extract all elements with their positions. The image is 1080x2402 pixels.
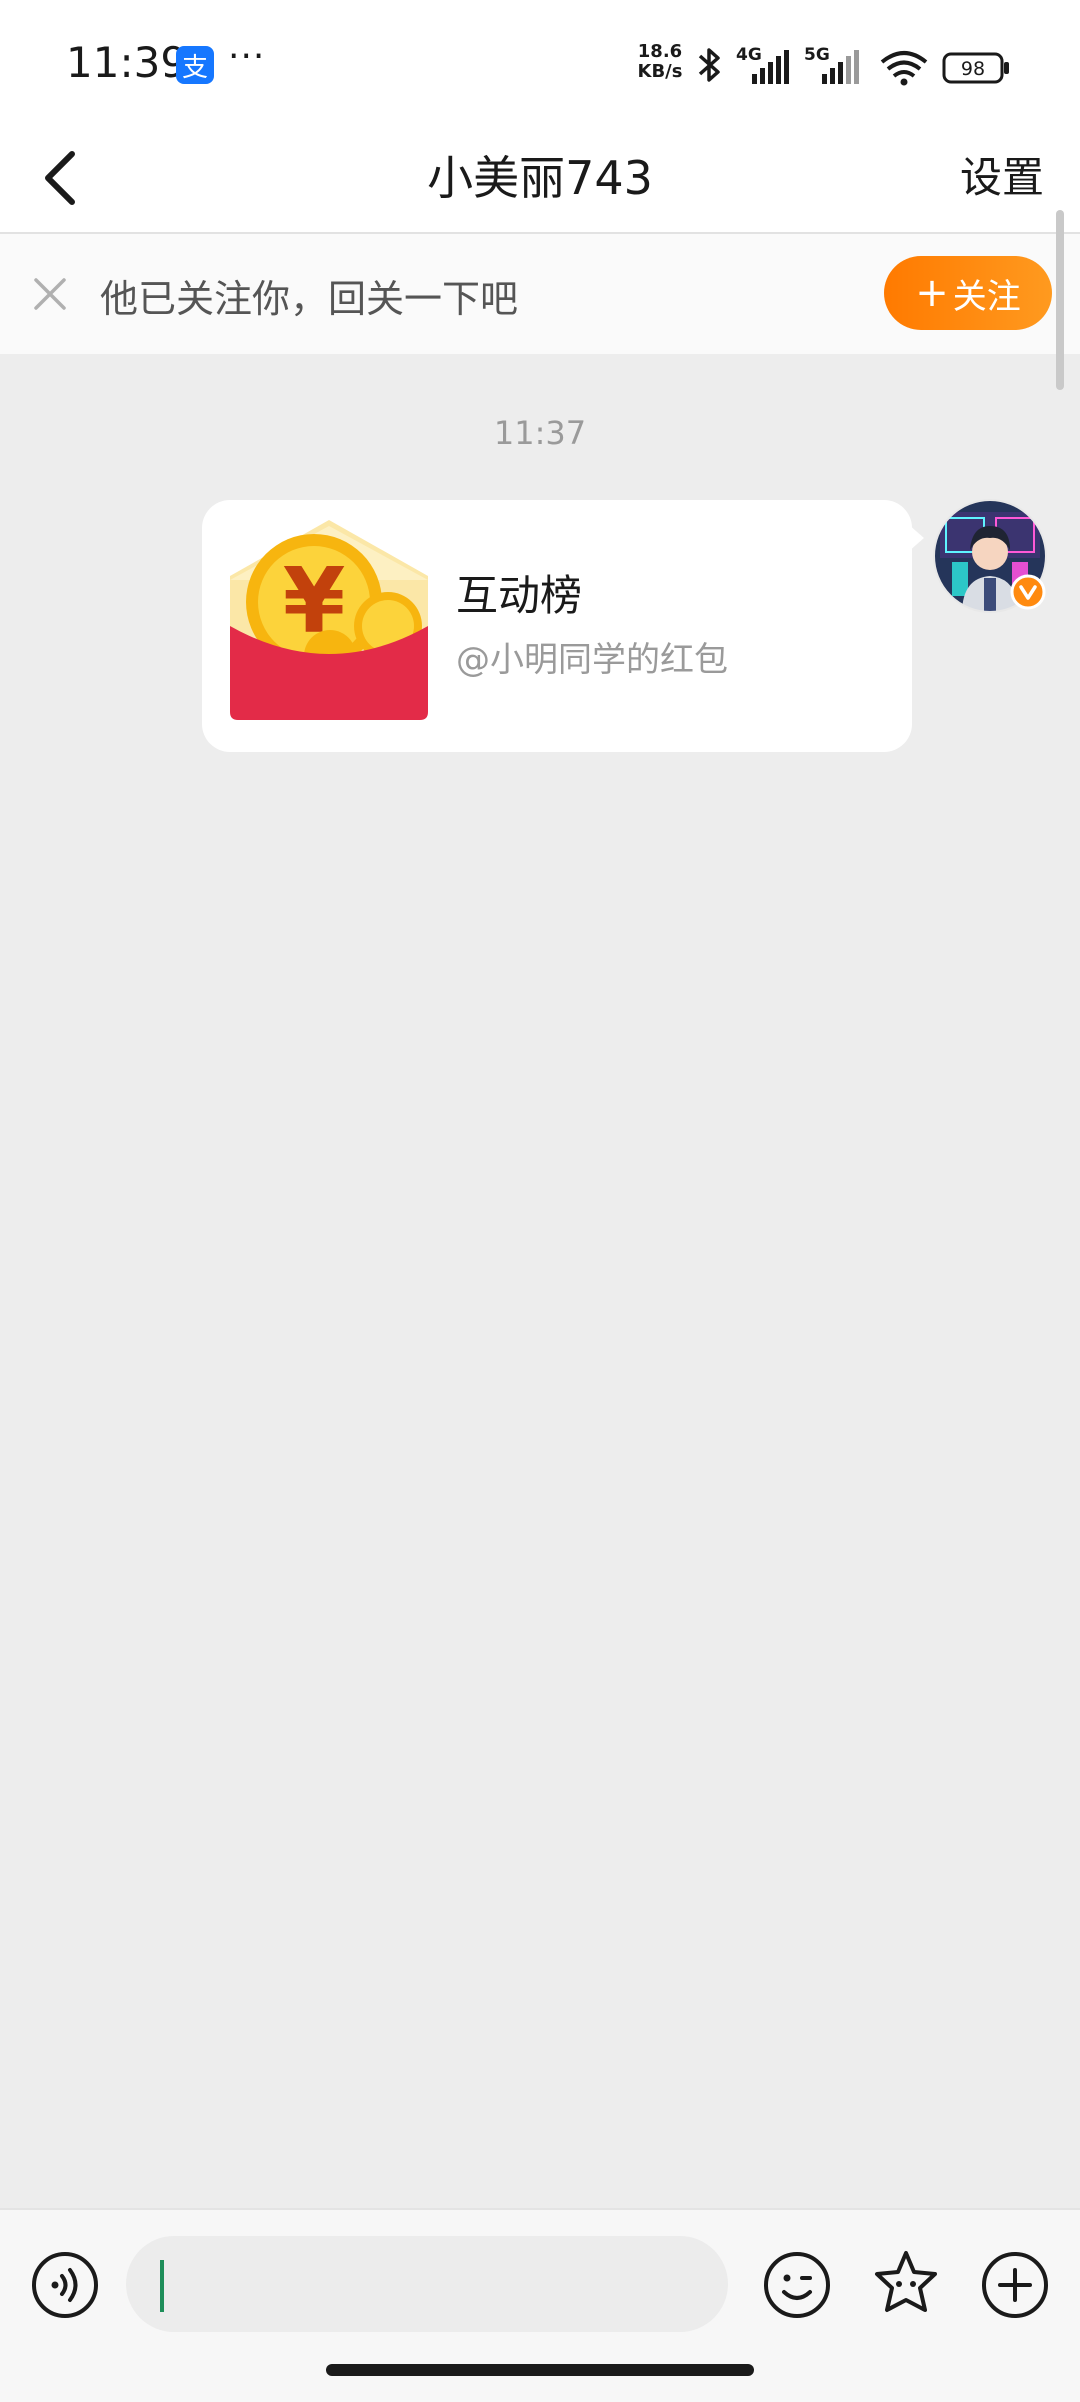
card-title: 互动榜	[456, 571, 583, 620]
status-time: 11:39	[66, 38, 188, 87]
voice-icon[interactable]	[30, 2250, 100, 2320]
network-speed: 18.6 KB/s	[632, 42, 688, 82]
fiveg-label: 5G	[804, 45, 830, 65]
text-cursor	[160, 2260, 164, 2312]
status-bar: 11:39 支 ··· 18.6 KB/s 4G 5G 98	[0, 0, 1080, 120]
lte-label: 4G	[736, 45, 762, 65]
notification-more-icon: ···	[228, 36, 266, 77]
back-chevron-icon	[45, 151, 75, 205]
settings-button[interactable]: 设置	[960, 144, 1044, 205]
status-icons: 4G 5G 98	[698, 45, 1009, 86]
chat-title: 小美丽743	[427, 151, 653, 205]
card-tail	[908, 524, 924, 552]
plus-icon: +	[915, 270, 949, 316]
alipay-icon: 支	[176, 46, 214, 84]
follow-button-label: 关注	[952, 276, 1021, 317]
wifi-icon	[880, 51, 928, 86]
back-button[interactable]	[28, 138, 108, 218]
red-packet-card[interactable]: ¥ 互动榜 @小明同学的红包	[202, 500, 912, 752]
follow-back-banner: 他已关注你，回关一下吧 + 关注	[0, 234, 1080, 354]
red-envelope-icon: ¥	[230, 520, 428, 720]
network-speed-value: 18.6	[637, 41, 683, 62]
close-icon[interactable]	[28, 264, 72, 324]
home-indicator[interactable]	[326, 2364, 754, 2376]
chat-header: 小美丽743 设置	[0, 120, 1080, 234]
emoji-icon[interactable]	[762, 2250, 832, 2320]
sticker-icon[interactable]	[870, 2248, 942, 2320]
message-input[interactable]	[126, 2236, 728, 2332]
avatar[interactable]	[932, 498, 1048, 614]
message-timestamp: 11:37	[493, 414, 587, 452]
plus-icon[interactable]	[980, 2250, 1050, 2320]
card-subtitle: @小明同学的红包	[456, 640, 728, 680]
bluetooth-icon	[698, 48, 720, 82]
battery-level: 98	[961, 58, 985, 80]
scrollbar[interactable]	[1056, 210, 1064, 390]
network-speed-unit: KB/s	[637, 61, 683, 82]
follow-button[interactable]: + 关注	[884, 256, 1052, 330]
verified-badge-icon	[1010, 574, 1046, 610]
follow-back-message: 他已关注你，回关一下吧	[100, 277, 519, 321]
